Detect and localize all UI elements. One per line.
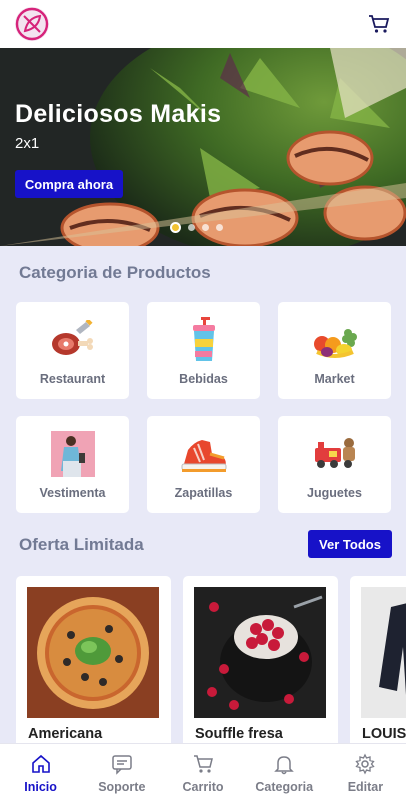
- nav-label: Inicio: [24, 780, 57, 794]
- app-header: [0, 0, 406, 48]
- hero-title: Deliciosos Makis: [15, 100, 222, 128]
- bottom-navigation: Inicio Soporte Carrito Categoria Editar: [0, 743, 406, 800]
- categories-title: Categoria de Productos: [19, 263, 211, 282]
- carousel-dot[interactable]: [202, 224, 209, 231]
- leaf-utensils-logo-icon[interactable]: [15, 7, 49, 41]
- fruits-icon: [311, 316, 359, 364]
- clothing-model-icon: [49, 430, 97, 478]
- category-label: Restaurant: [39, 372, 106, 386]
- category-card-restaurant[interactable]: Restaurant: [16, 302, 129, 399]
- see-all-button[interactable]: Ver Todos: [308, 530, 392, 558]
- category-label: Zapatillas: [174, 486, 233, 500]
- nav-item-soporte[interactable]: Soporte: [81, 744, 162, 800]
- buy-now-button[interactable]: Compra ahora: [15, 170, 123, 198]
- hero-food-image: [0, 48, 406, 246]
- offer-card-louis[interactable]: LOUIS: [350, 576, 406, 746]
- toy-train-icon: [311, 430, 359, 478]
- support-icon: [112, 755, 132, 775]
- cart-icon: [194, 755, 213, 773]
- carousel-dots: [170, 222, 223, 233]
- carousel-dot[interactable]: [170, 222, 181, 233]
- raspberry-dessert-image: [194, 587, 326, 718]
- offers-title: Oferta Limitada: [19, 535, 144, 554]
- ham-icon: [49, 316, 97, 364]
- gear-icon: [355, 753, 376, 775]
- nav-label: Editar: [347, 780, 384, 794]
- carousel-dot[interactable]: [188, 224, 195, 231]
- offer-name: Souffle fresa: [195, 726, 283, 742]
- drink-cup-icon: [180, 316, 228, 364]
- nav-item-categoria[interactable]: Categoria: [244, 744, 325, 800]
- pizza-image: [27, 587, 159, 718]
- home-icon: [31, 754, 50, 773]
- category-card-zapatillas[interactable]: Zapatillas: [147, 416, 260, 513]
- sneaker-icon: [180, 430, 228, 478]
- category-label: Market: [314, 372, 355, 386]
- jacket-image: [361, 587, 406, 718]
- hero-banner[interactable]: Deliciosos Makis 2x1 Compra ahora: [0, 48, 406, 246]
- category-card-bebidas[interactable]: Bebidas: [147, 302, 260, 399]
- nav-label: Categoria: [255, 780, 314, 794]
- nav-item-editar[interactable]: Editar: [325, 744, 406, 800]
- offer-card-americana[interactable]: Americana: [16, 576, 171, 746]
- cart-icon[interactable]: [366, 11, 392, 37]
- carousel-dot[interactable]: [216, 224, 223, 231]
- bell-icon: [274, 756, 295, 775]
- category-label: Bebidas: [179, 372, 228, 386]
- category-card-juguetes[interactable]: Juguetes: [278, 416, 391, 513]
- category-label: Vestimenta: [39, 486, 106, 500]
- offers-carousel[interactable]: Americana Souffle fresa LOUIS: [16, 576, 406, 746]
- hero-subtitle: 2x1: [15, 135, 40, 152]
- nav-item-inicio[interactable]: Inicio: [0, 744, 81, 800]
- category-grid: Restaurant Bebidas Market Vestimenta Zap…: [16, 302, 391, 513]
- nav-item-carrito[interactable]: Carrito: [162, 744, 243, 800]
- category-card-vestimenta[interactable]: Vestimenta: [16, 416, 129, 513]
- nav-label: Carrito: [182, 780, 224, 794]
- category-card-market[interactable]: Market: [278, 302, 391, 399]
- offer-card-souffle-fresa[interactable]: Souffle fresa: [183, 576, 338, 746]
- category-label: Juguetes: [307, 486, 362, 500]
- offer-name: Americana: [28, 726, 103, 742]
- offer-name: LOUIS: [362, 726, 406, 742]
- nav-label: Soporte: [98, 780, 146, 794]
